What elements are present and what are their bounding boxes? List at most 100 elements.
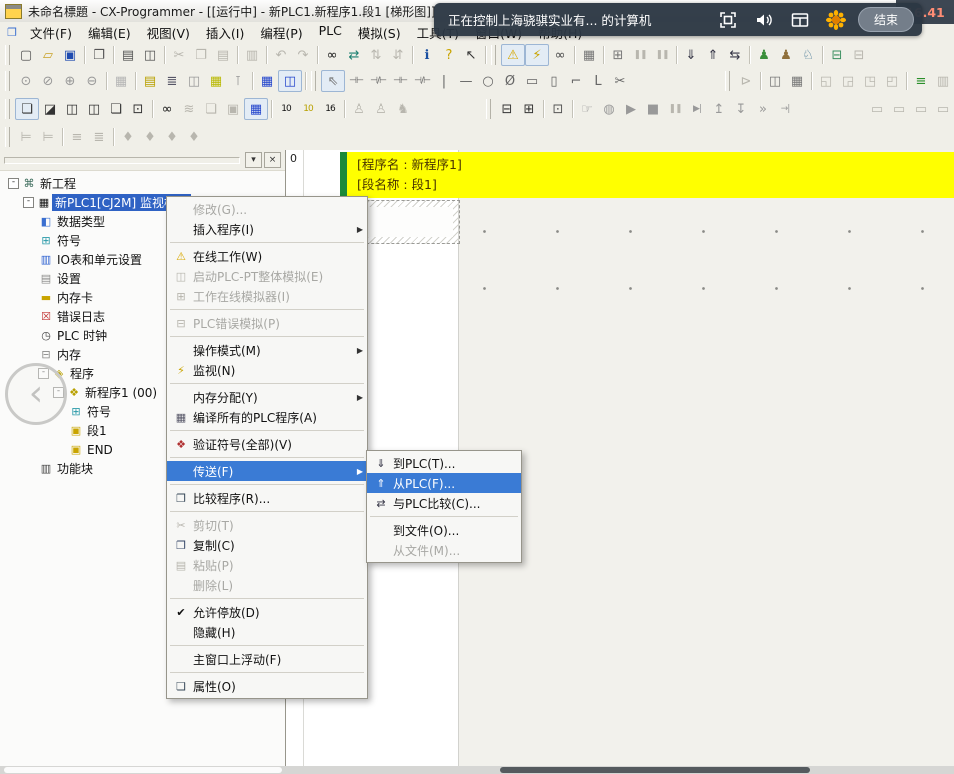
menu-item[interactable]: 隐藏(H) [167,622,367,642]
zoom-out-icon[interactable]: ⊘ [37,71,59,91]
print-icon[interactable]: ▤ [117,45,139,65]
editor-scrollbar-thumb[interactable] [500,767,810,773]
float-window-icon[interactable]: ❏ [105,99,127,119]
show-project-window-icon[interactable]: ❏ [15,98,39,120]
menu-item[interactable]: 插入程序(I)▶ [167,219,367,239]
end-session-button[interactable]: 结束 [858,7,914,32]
move-rung-icon[interactable]: ◳ [859,71,881,91]
continuous-step-icon[interactable]: » [752,99,774,119]
menu-item[interactable]: 操作模式(M)▶ [167,340,367,360]
menu-item[interactable]: 内存分配(Y)▶ [167,387,367,407]
copy-rung-below-icon[interactable]: ◲ [837,71,859,91]
menubar-item[interactable]: 编辑(E) [80,21,139,44]
menubar-item[interactable]: 编程(P) [252,21,310,44]
monitor-decimal-icon[interactable]: 10 [275,99,297,119]
zoom-fit-icon[interactable]: ⊖ [81,71,103,91]
menu-item[interactable]: ▦编译所有的PLC程序(A) [167,407,367,427]
show-comments-icon[interactable]: ≡ [66,127,88,147]
run-icon[interactable]: ▶ [620,99,642,119]
rung-list-icon[interactable]: ≣ [161,71,183,91]
force-off-icon[interactable]: ♟ [775,45,797,65]
new-or-contact-icon[interactable]: ⊣⊢ [389,71,411,91]
transfer-to-plc-icon[interactable]: ⇓ [680,45,702,65]
force-cancel-icon[interactable]: ♘ [797,45,819,65]
print-preview-icon[interactable]: ◫ [139,45,161,65]
highlight-icon[interactable]: ▦ [205,71,227,91]
replace-icon[interactable]: ⇄ [343,45,365,65]
tree-scrollbar-thumb[interactable] [4,767,282,773]
new-closed-or-contact-icon[interactable]: ⊣/⊢ [411,71,433,91]
stop-icon[interactable]: ■ [642,99,664,119]
send-online-edit-icon[interactable]: ⊳ [735,71,757,91]
menu-item[interactable]: ❏属性(O) [167,676,367,696]
menu-item[interactable]: ⇄与PLC比较(C)... [367,493,521,513]
new-closed-contact-icon[interactable]: ⊣/⊢ [367,71,389,91]
new-view-icon[interactable]: ◪ [39,99,61,119]
monitor-all-icon[interactable]: ∞ [549,45,571,65]
pause-run-icon[interactable]: ❚❚ [664,99,686,119]
paste-icon[interactable]: ▤ [212,45,234,65]
tree-expand-toggle[interactable]: - [8,178,19,189]
output-window-icon[interactable]: ❏ [200,99,222,119]
fullscreen-icon[interactable] [710,10,746,30]
cut-icon[interactable]: ✂ [168,45,190,65]
menu-item[interactable]: 传送(F)▶ [167,461,367,481]
zoom-tool-icon[interactable]: ⊙ [15,71,37,91]
go-to-previous-reference-icon[interactable]: ♦ [183,127,205,147]
zoom-in-icon[interactable]: ⊕ [59,71,81,91]
data-trace-icon[interactable]: ⊟ [848,45,870,65]
go-to-input-icon[interactable]: ♦ [117,127,139,147]
symbol-table-icon[interactable]: ▤ [139,71,161,91]
show-rung-comments-icon[interactable]: ≣ [88,127,110,147]
memory-window-icon[interactable]: ▣ [222,99,244,119]
io-comment-icon[interactable]: ⊺ [227,71,249,91]
menu-item[interactable]: ⊟PLC错误模拟(P) [167,313,367,333]
online-simulator-icon[interactable]: ⊞ [607,45,629,65]
go-to-output-icon[interactable]: ♦ [139,127,161,147]
monitor-icon[interactable]: ⚡ [525,44,549,66]
monitor-signed-decimal-icon[interactable]: 10 [297,99,319,119]
properties-window-icon[interactable]: ⊡ [127,99,149,119]
compare-with-plc-icon[interactable]: ⇆ [724,45,746,65]
menu-item[interactable]: ⚠在线工作(W) [167,246,367,266]
calendar-check-icon[interactable]: ▦ [786,71,808,91]
find-previous-icon[interactable]: ⇵ [387,45,409,65]
memory-card-view-icon[interactable]: ▭ [866,99,888,119]
menu-item[interactable]: 到文件(O)... [367,520,521,540]
toolbar-handle[interactable] [5,45,10,65]
program-check-icon[interactable]: ≡ [910,71,932,91]
transfer-settings-icon[interactable]: ⊡ [547,99,569,119]
set-value-on-icon[interactable]: ♙ [348,99,370,119]
release-access-icon[interactable]: ◫ [764,71,786,91]
tree-item[interactable]: -⌘新工程 [4,174,285,193]
find-binoculars-icon[interactable]: ∞ [321,45,343,65]
flash-write-icon[interactable]: ▭ [910,99,932,119]
copy-rung-above-icon[interactable]: ◱ [815,71,837,91]
find-next-icon[interactable]: ⇅ [365,45,387,65]
menubar-item[interactable]: 模拟(S) [350,21,409,44]
speaker-icon[interactable] [746,10,782,30]
new-horizontal-line-icon[interactable]: — [455,71,477,91]
watch-tile-icon[interactable]: ▥ [932,71,954,91]
tile-windows-icon[interactable]: ◫ [83,99,105,119]
force-on-icon[interactable]: ♟ [753,45,775,65]
split-screen-icon[interactable] [782,10,818,30]
run-to-cursor-icon[interactable]: →| [774,99,796,119]
toolbar-handle[interactable] [491,45,496,65]
toolbar-handle[interactable] [486,99,491,119]
mdi-child-icon[interactable]: ❐ [4,26,20,39]
new-contact-icon[interactable]: ⊣⊢ [345,71,367,91]
sunflower-icon[interactable] [818,9,854,31]
toolbar-handle[interactable] [725,71,730,91]
set-value-off-icon[interactable]: ♙ [370,99,392,119]
paste-rung-icon[interactable]: ▥ [241,45,263,65]
increase-address-icon[interactable]: ⊨ [15,127,37,147]
flash-read-icon[interactable]: ▭ [932,99,954,119]
scan-simulation-icon[interactable]: ◍ [598,99,620,119]
cross-reference-icon[interactable]: ◫ [183,71,205,91]
context-help-icon[interactable]: ↖ [460,45,482,65]
new-closed-coil-icon[interactable]: Ø [499,71,521,91]
menu-item[interactable]: ❖验证符号(全部)(V) [167,434,367,454]
menu-item[interactable]: 修改(G)... [167,199,367,219]
toolbar-handle[interactable] [5,127,10,147]
